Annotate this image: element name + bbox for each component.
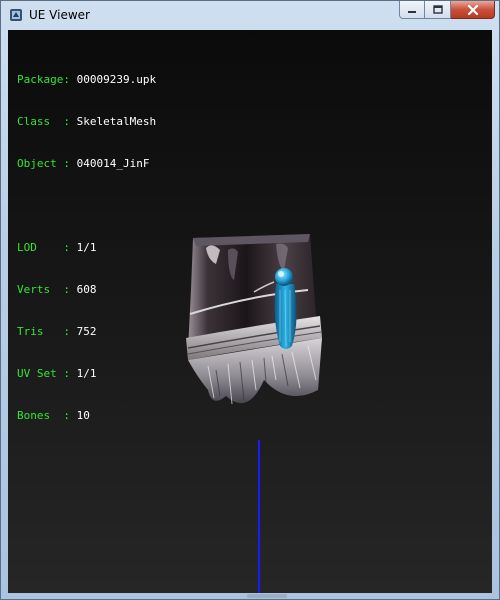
info-value: SkeletalMesh xyxy=(76,115,157,128)
minimize-icon xyxy=(408,10,416,13)
info-label: Bones xyxy=(17,409,51,422)
3d-viewport[interactable]: Package: 00009239.upk Class : SkeletalMe… xyxy=(8,30,492,593)
app-window: UE Viewer Package: 00009239.upk Class: … xyxy=(0,0,500,600)
info-label: Class xyxy=(17,115,51,128)
info-value: 752 xyxy=(76,325,97,338)
info-label: Package xyxy=(17,73,64,86)
info-row-class: Class : SkeletalMesh xyxy=(17,115,157,128)
info-row-uvset: UV Set : 1/1 xyxy=(17,367,97,380)
close-icon xyxy=(467,4,478,15)
info-label: Tris xyxy=(17,325,44,338)
info-label: Object xyxy=(17,157,57,170)
info-row-bones: Bones : 10 xyxy=(17,409,90,422)
info-value: 00009239.upk xyxy=(76,73,157,86)
maximize-icon xyxy=(432,5,443,14)
caption-buttons xyxy=(399,1,495,21)
info-value: 10 xyxy=(76,409,90,422)
close-button[interactable] xyxy=(451,1,495,19)
info-value: 608 xyxy=(76,283,97,296)
skeletal-mesh-model[interactable] xyxy=(168,220,328,410)
info-row-lod: LOD : 1/1 xyxy=(17,241,97,254)
info-row-package: Package: 00009239.upk xyxy=(17,73,157,86)
minimize-button[interactable] xyxy=(399,1,425,19)
info-label: Verts xyxy=(17,283,51,296)
info-value: 1/1 xyxy=(76,367,97,380)
info-label: UV Set xyxy=(17,367,57,380)
info-row-tris: Tris : 752 xyxy=(17,325,97,338)
maximize-button[interactable] xyxy=(425,1,451,19)
mesh-info-overlay: Package: 00009239.upk Class : SkeletalMe… xyxy=(17,45,156,451)
info-row-object: Object : 040014_JinF xyxy=(17,157,150,170)
info-value: 1/1 xyxy=(76,241,97,254)
info-row-verts: Verts : 608 xyxy=(17,283,97,296)
z-axis-line xyxy=(258,440,260,593)
info-value: 040014_JinF xyxy=(76,157,150,170)
title-bar[interactable]: UE Viewer xyxy=(1,1,499,29)
info-label: LOD xyxy=(17,241,37,254)
window-title: UE Viewer xyxy=(29,8,90,22)
resize-grip[interactable] xyxy=(247,594,287,598)
app-icon xyxy=(10,9,22,21)
